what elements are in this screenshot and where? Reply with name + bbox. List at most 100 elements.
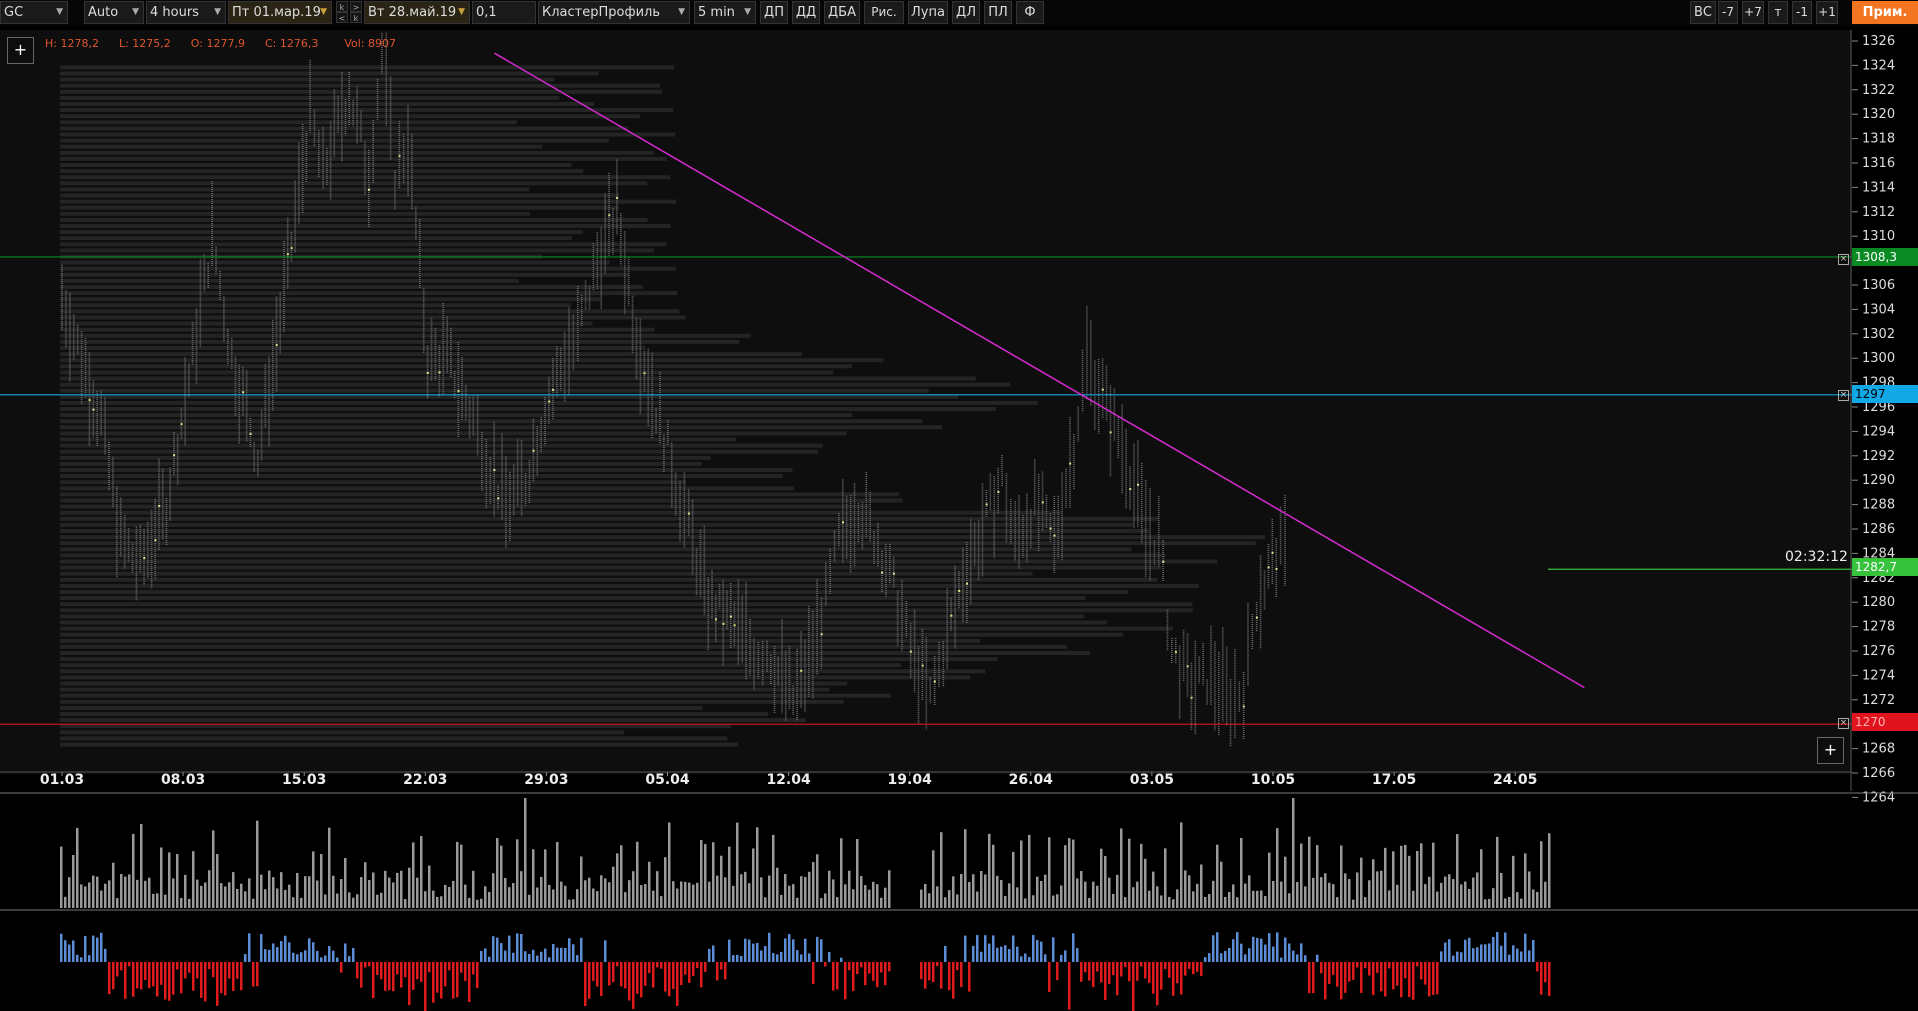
draw-button[interactable]: Рис. [864,1,904,24]
cluster-dot [88,399,91,402]
step-down[interactable]: k [350,12,362,23]
delta-bar-up [964,935,967,962]
delta-bar-down [696,962,699,969]
volume-bar [832,879,835,908]
delta-bar-down [1048,962,1051,992]
volume-bar [1068,838,1071,908]
delta-bar-up [336,957,339,962]
delta-bar-down [1340,962,1343,1000]
profile-row [60,510,1062,515]
volume-bar [436,896,439,908]
delta-bar-up [68,944,71,962]
delta-bar-up [1288,943,1291,962]
delta-bar-down [852,962,855,992]
delta-bar-up [1280,957,1283,962]
chart-type-select[interactable]: КластерПрофиль ▼ [538,1,690,24]
volume-bar [940,832,943,908]
volume-bar [324,894,327,908]
delta-bar-up [1072,933,1075,962]
remove-level-icon[interactable]: × [1838,718,1849,729]
scale-mode-select[interactable]: Auto ▼ [84,1,144,24]
delta-bar-down [456,962,459,998]
delta-bar-up [536,955,539,962]
date-from-picker[interactable]: Пт 01.мар.19 ▼ [228,1,332,24]
volume-bar [844,884,847,908]
delta-bar-up [308,938,311,962]
timeframe-select[interactable]: 4 hours ▼ [146,1,226,24]
remove-level-icon[interactable]: × [1838,254,1849,265]
delta-bar-up [1052,937,1055,962]
volume-bar [1548,833,1551,908]
volume-bar [1444,876,1447,908]
price-tick-label: 1266 [1862,766,1895,781]
t-button[interactable]: т [1768,1,1788,24]
delta-bar-up [1256,937,1259,962]
cluster-period-select[interactable]: 5 min ▼ [694,1,756,24]
plus1-button[interactable]: +1 [1816,1,1838,24]
volume-bar [972,874,975,908]
volume-bar [1044,874,1047,908]
step-up[interactable]: k [336,1,348,12]
profile-row [60,718,806,723]
volume-bar [452,880,455,908]
delta-bar-down [404,962,407,978]
volume-bar [680,881,683,908]
delta-bar-up [1480,944,1483,962]
minus7-button[interactable]: -7 [1718,1,1738,24]
remove-level-icon[interactable]: × [1838,390,1849,401]
step-up[interactable]: > [350,1,362,12]
plus7-button[interactable]: +7 [1742,1,1764,24]
scale-mode-value: Auto [88,5,119,20]
volume-bar [1504,898,1507,908]
date-to-picker[interactable]: Вт 28.май.19 ▼ [364,1,470,24]
add-indicator-button[interactable]: + [7,37,34,64]
step-down[interactable]: < [336,12,348,23]
volume-bar [188,898,191,908]
date-tick-label: 15.03 [282,772,326,788]
dp-button[interactable]: ДП [760,1,788,24]
volume-bar [1316,845,1319,908]
dd-button[interactable]: ДД [792,1,820,24]
apply-button[interactable]: Прим. [1852,1,1918,24]
delta-bar-down [376,962,379,975]
delta-bar-down [592,962,595,981]
delta-bar-up [784,938,787,962]
pl-button[interactable]: ПЛ [984,1,1012,24]
delta-bar-up [320,957,323,962]
profile-row [60,522,1134,527]
dl-button[interactable]: ДЛ [952,1,980,24]
zoom-button[interactable]: Лупа [908,1,948,24]
volume-bar [428,865,431,908]
volume-bar [1340,845,1343,908]
f-button[interactable]: Ф [1016,1,1044,24]
delta-bar-down [1176,962,1179,984]
volume-bar [1104,855,1107,908]
tick-size-input[interactable]: 0,1 [472,1,536,24]
cluster-dot [1162,560,1165,563]
cluster-dot [909,650,912,653]
cluster-dot [275,344,278,347]
dba-button[interactable]: ДБА [824,1,860,24]
delta-bar-up [1516,948,1519,962]
volume-bar [688,882,691,908]
volume-bar [1096,885,1099,908]
cluster-dot [92,408,95,411]
profile-row [60,437,736,442]
symbol-select[interactable]: GC ▼ [0,1,68,24]
chart-canvas[interactable]: 1326 1324 1322 1320 1318 1316 1314 1312 1310 1308… [0,26,1918,1011]
cluster-dot [1137,483,1140,486]
volume-bar [508,887,511,908]
delta-bar-down [1124,962,1127,968]
delta-bar-down [1184,962,1187,976]
cluster-dot [249,433,252,436]
volume-bar [1344,873,1347,908]
minus1-button[interactable]: -1 [1792,1,1812,24]
date-from-stepper[interactable]: k < [336,1,348,24]
vs-button[interactable]: ВС [1690,1,1716,24]
volume-bar [712,842,715,908]
add-panel-button[interactable]: + [1817,737,1844,764]
profile-row [60,644,1067,649]
date-to-stepper[interactable]: > k [350,1,362,24]
volume-bar [480,898,483,908]
volume-bar [836,897,839,908]
